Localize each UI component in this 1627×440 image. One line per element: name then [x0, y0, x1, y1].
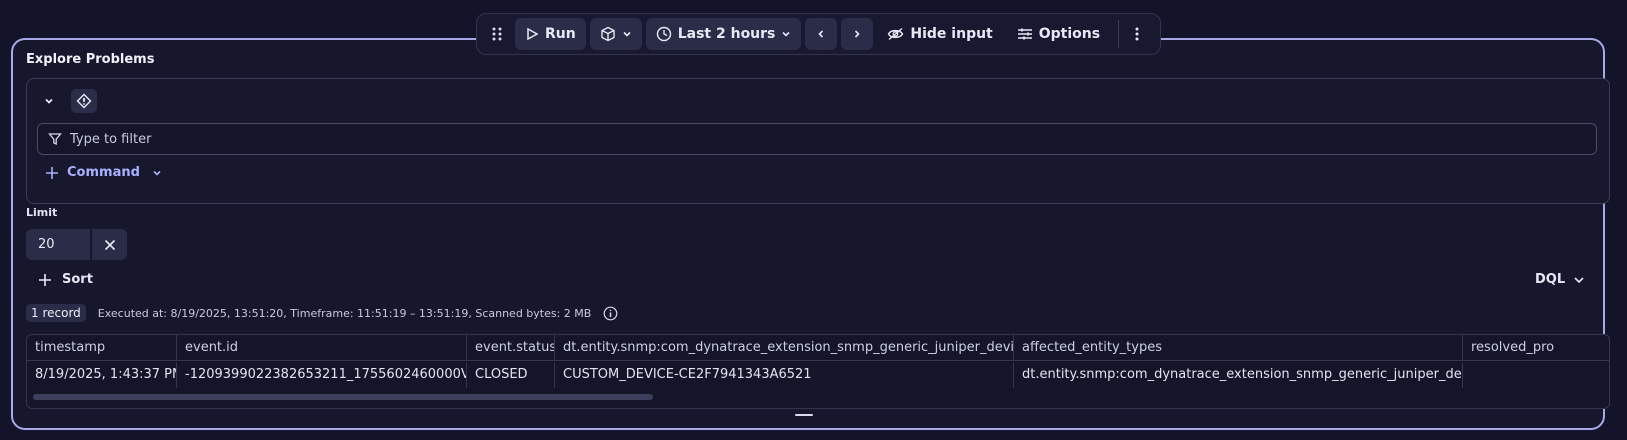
tile-toolbar: Run Last 2 hours Hide input Options: [476, 13, 1161, 55]
more-vertical-icon: [1135, 26, 1139, 42]
options-button[interactable]: Options: [1007, 18, 1110, 50]
column-header[interactable]: event.status: [467, 335, 555, 361]
eye-off-icon: [887, 27, 904, 41]
table-header: timestamp event.id event.status dt.entit…: [27, 335, 1609, 361]
table-cell: 8/19/2025, 1:43:37 PM: [27, 362, 177, 388]
table-cell: [1463, 362, 1609, 388]
table-cell: dt.entity.snmp:com_dynatrace_extension_s…: [1014, 362, 1463, 388]
add-command-button[interactable]: Command: [45, 165, 162, 180]
table-cell: CUSTOM_DEVICE-CE2F7941343A6521: [555, 362, 1014, 388]
execution-info: Executed at: 8/19/2025, 13:51:20, Timefr…: [97, 306, 592, 320]
chevron-down-icon: [781, 29, 791, 39]
results-table: timestamp event.id event.status dt.entit…: [26, 334, 1610, 409]
section-title: Explore Problems: [26, 52, 155, 67]
drag-dots-icon: [491, 26, 503, 42]
table-cell: CLOSED: [467, 362, 555, 388]
column-header[interactable]: resolved_pro: [1463, 335, 1609, 361]
run-label: Run: [545, 26, 576, 42]
column-header[interactable]: dt.entity.snmp:com_dynatrace_extension_s…: [555, 335, 1014, 361]
problems-source-chip[interactable]: [71, 89, 97, 113]
command-label: Command: [67, 165, 140, 180]
result-meta: 1 record Executed at: 8/19/2025, 13:51:2…: [26, 304, 618, 322]
hide-input-button[interactable]: Hide input: [877, 18, 1002, 50]
hide-input-label: Hide input: [910, 26, 993, 42]
timeframe-label: Last 2 hours: [677, 26, 776, 42]
timeframe-previous-button[interactable]: [805, 18, 838, 50]
timeframe-next-button[interactable]: [841, 18, 874, 50]
horizontal-scrollbar[interactable]: [33, 393, 1603, 401]
record-count-badge: 1 record: [26, 304, 86, 322]
resize-handle[interactable]: [795, 414, 813, 416]
query-builder: Type to filter Command: [26, 78, 1610, 204]
plus-icon: [45, 166, 59, 180]
limit-input[interactable]: 20: [26, 229, 90, 260]
toolbar-divider: [1118, 20, 1120, 48]
more-actions-button[interactable]: [1127, 18, 1147, 50]
filter-input[interactable]: Type to filter: [37, 123, 1597, 155]
drag-handle[interactable]: [483, 18, 511, 50]
run-button[interactable]: Run: [515, 18, 586, 50]
limit-control: 20: [26, 229, 127, 260]
chevron-left-icon: [816, 29, 826, 39]
clock-icon: [656, 26, 672, 42]
info-icon[interactable]: [603, 306, 618, 321]
sliders-icon: [1017, 27, 1033, 41]
dql-toggle[interactable]: DQL: [1535, 272, 1585, 287]
chevron-down-icon: [1573, 274, 1585, 286]
filter-placeholder: Type to filter: [70, 131, 152, 147]
scrollbar-thumb[interactable]: [33, 394, 653, 400]
filter-icon: [48, 132, 62, 146]
options-label: Options: [1038, 26, 1101, 42]
sort-label: Sort: [62, 272, 93, 287]
close-icon: [104, 239, 116, 251]
problem-diamond-icon: [76, 93, 92, 109]
query-header: [43, 89, 97, 113]
chevron-down-icon: [622, 29, 632, 39]
add-sort-button[interactable]: Sort: [38, 272, 93, 287]
data-source-dropdown[interactable]: [589, 18, 642, 50]
dql-label: DQL: [1535, 272, 1566, 287]
cube-icon: [600, 26, 616, 42]
play-icon: [525, 27, 539, 41]
plus-icon: [38, 273, 52, 287]
limit-clear-button[interactable]: [92, 229, 127, 260]
collapse-chevron-icon[interactable]: [43, 95, 55, 107]
chevron-right-icon: [852, 29, 862, 39]
timeframe-selector[interactable]: Last 2 hours: [645, 18, 802, 50]
column-header[interactable]: affected_entity_types: [1014, 335, 1463, 361]
column-header[interactable]: timestamp: [27, 335, 177, 361]
limit-label: Limit: [26, 206, 58, 219]
column-header[interactable]: event.id: [177, 335, 467, 361]
chevron-down-icon: [152, 168, 162, 178]
table-row[interactable]: 8/19/2025, 1:43:37 PM -12093990223826532…: [27, 362, 1609, 388]
table-cell: -1209399022382653211_1755602460000V2: [177, 362, 467, 388]
